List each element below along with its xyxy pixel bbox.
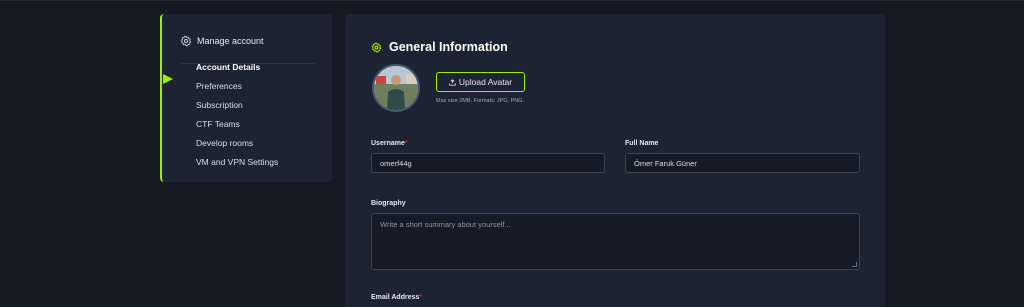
biography-textarea[interactable]: Write a short summary about yourself... [371,213,860,270]
sidebar-item-vm-vpn-settings[interactable]: VM and VPN Settings [196,155,278,174]
email-label-text: Email Address [371,294,420,301]
username-input[interactable]: omerf44g [371,153,605,173]
sidebar-nav: Account Details Preferences Subscription… [196,60,278,174]
full-name-input[interactable]: Ömer Faruk Güner [625,153,860,173]
upload-avatar-button[interactable]: Upload Avatar [436,72,525,92]
required-mark: * [404,140,408,147]
sidebar-item-develop-rooms[interactable]: Develop rooms [196,136,278,155]
sidebar-item-account-details[interactable]: Account Details [196,60,278,79]
sidebar-item-subscription[interactable]: Subscription [196,98,278,117]
email-label: Email Address* [371,294,422,301]
resize-handle[interactable] [852,262,857,267]
sidebar-header: Manage account [180,30,316,64]
sidebar-title: Manage account [197,35,264,46]
biography-placeholder: Write a short summary about yourself... [380,220,511,229]
full-name-label: Full Name [625,140,659,147]
sidebar-item-ctf-teams[interactable]: CTF Teams [196,117,278,136]
required-mark: * [419,294,423,301]
avatar-photo [374,66,418,110]
upload-hint: Max size 2MB. Formats: JPG, PNG. [436,98,525,104]
page-title: General Information [389,40,508,54]
sidebar-item-preferences[interactable]: Preferences [196,79,278,98]
active-item-marker [163,74,173,84]
username-label-text: Username [371,140,405,147]
biography-label: Biography [371,200,406,207]
section-title-row: General Information [371,40,508,54]
upload-avatar-label: Upload Avatar [458,77,513,87]
gear-icon [371,42,382,52]
avatar [372,64,420,112]
gear-icon [180,35,192,46]
top-border [0,0,1024,1]
username-label: Username* [371,140,408,147]
account-sidebar: Manage account Account Details Preferenc… [160,14,332,182]
upload-icon [449,78,456,86]
general-information-panel: General Information Upload Avatar Max si… [345,14,885,307]
